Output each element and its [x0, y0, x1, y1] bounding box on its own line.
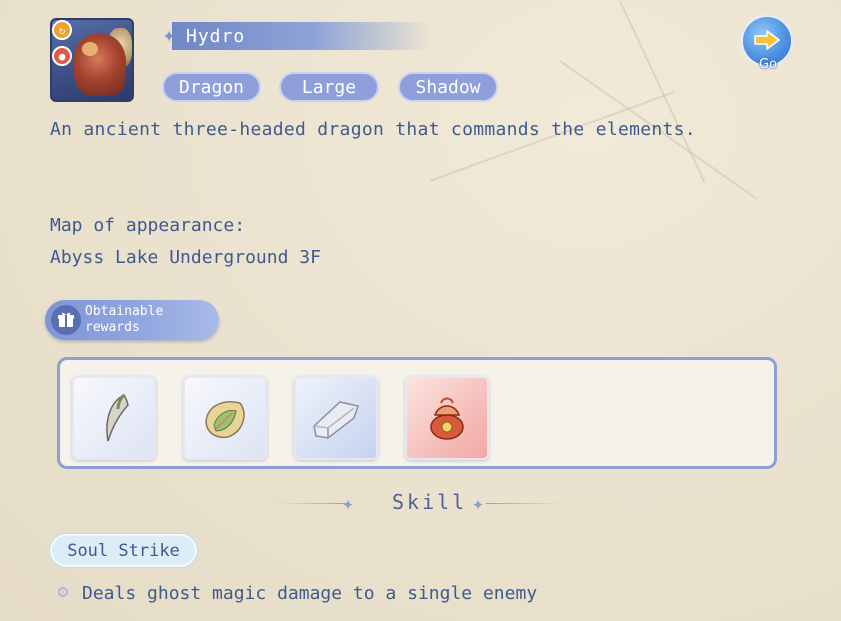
element-bar: Hydro	[172, 22, 432, 50]
treasure-pouch-icon	[430, 397, 464, 440]
obtainable-rewards-button[interactable]: Obtainable rewards	[45, 300, 219, 340]
refresh-badge-icon: ↻	[52, 20, 72, 40]
skill-description: Deals ghost magic damage to a single ene…	[82, 583, 538, 604]
bullet-icon	[58, 587, 68, 597]
skill-name-tab[interactable]: Soul Strike	[50, 534, 197, 567]
element-label: Hydro	[186, 25, 246, 47]
monster-description: An ancient three-headed dragon that comm…	[50, 119, 696, 140]
reward-item-stone[interactable]	[294, 376, 378, 460]
sparkle-icon: ✦	[472, 491, 485, 515]
sparkle-icon: ✦	[342, 491, 355, 515]
tag-property: Shadow	[398, 72, 498, 102]
go-button[interactable]: Go	[741, 15, 795, 77]
gift-icon	[51, 305, 81, 335]
leaf-fossil-icon	[205, 401, 245, 439]
rewards-panel	[57, 357, 777, 469]
creature-badge-icon: ●	[52, 46, 72, 66]
stone-slab-icon	[313, 401, 359, 439]
go-label: Go	[758, 57, 778, 72]
rewards-label: Obtainable rewards	[85, 304, 164, 335]
skill-divider-right	[486, 503, 562, 504]
tag-race: Dragon	[162, 72, 261, 102]
map-label: Map of appearance:	[50, 215, 246, 236]
reward-item-claw[interactable]	[72, 376, 156, 460]
reward-item-pouch[interactable]	[405, 376, 489, 460]
reward-item-fossil[interactable]	[183, 376, 267, 460]
background-decoration	[619, 0, 706, 183]
arrow-right-icon	[754, 30, 780, 50]
skill-divider-left	[278, 503, 348, 504]
tag-size: Large	[279, 72, 379, 102]
claw-icon	[106, 393, 129, 442]
skill-header: Skill	[392, 490, 468, 514]
map-value: Abyss Lake Underground 3F	[50, 247, 321, 268]
